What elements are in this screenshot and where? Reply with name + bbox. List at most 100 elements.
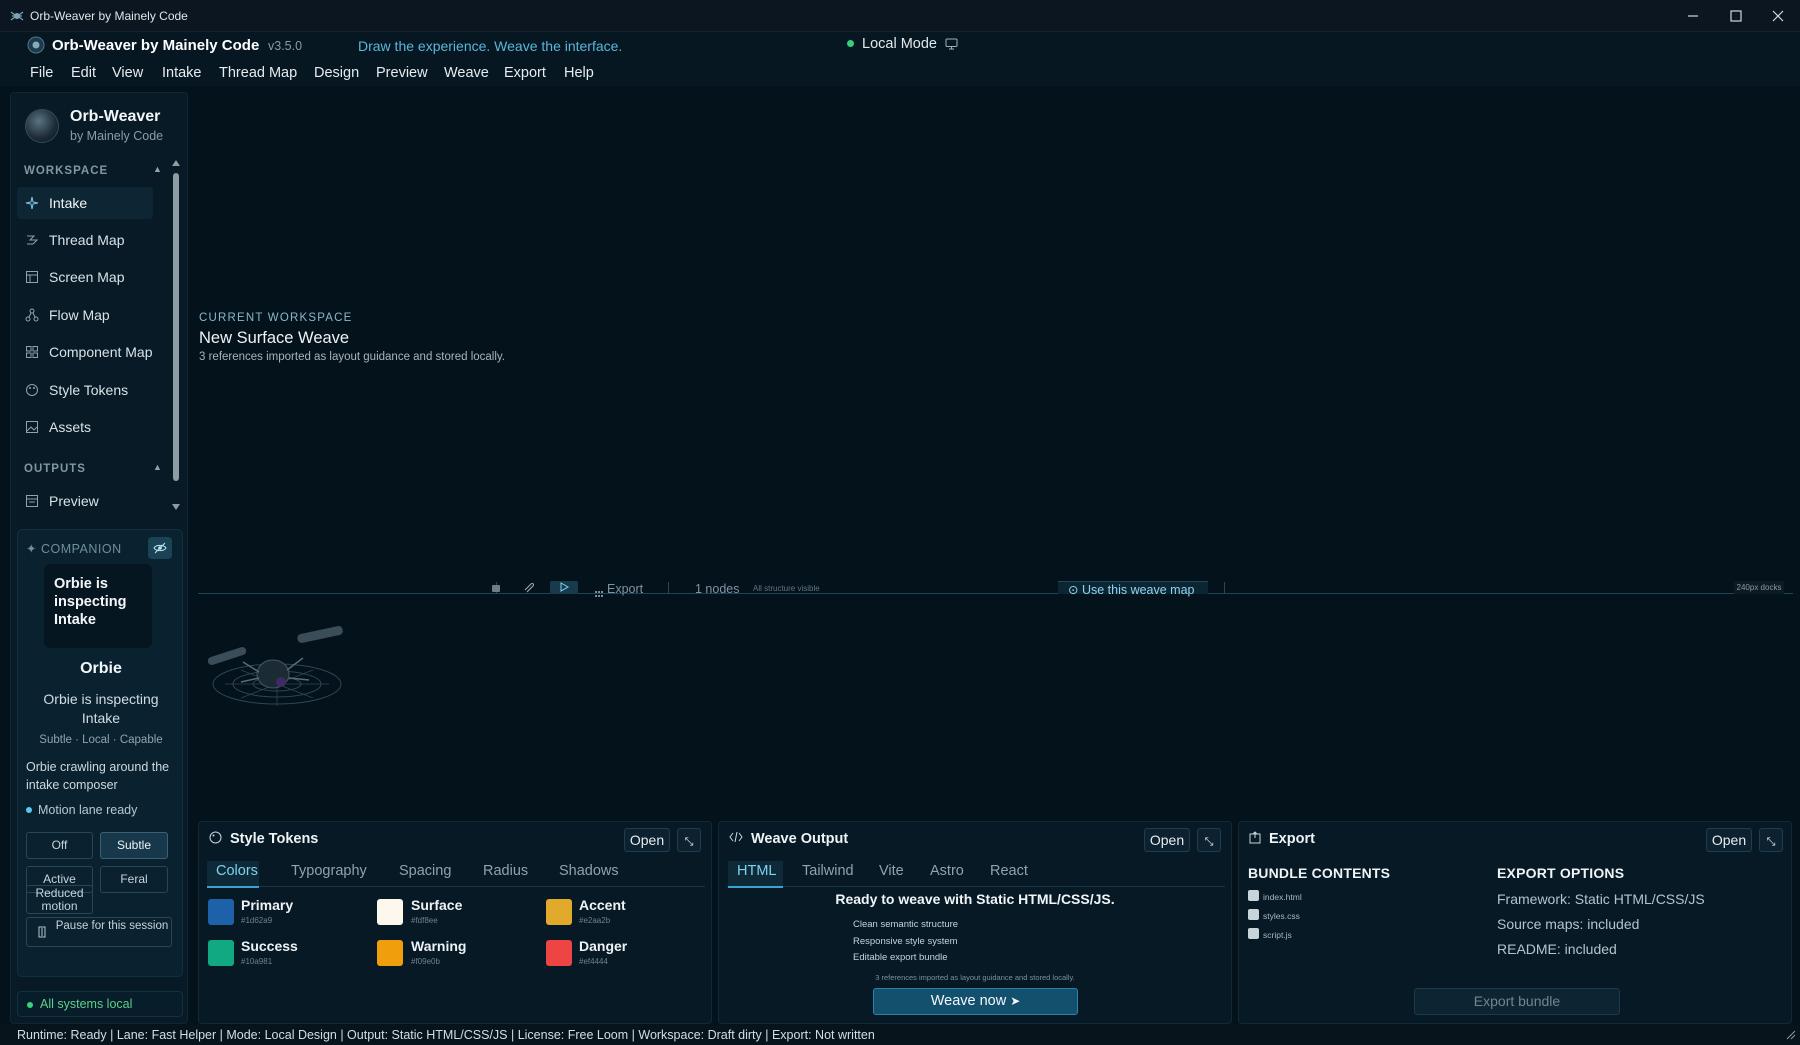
sidebar-item-intake[interactable]: Intake [17, 187, 153, 219]
open-export-button[interactable]: Open [1706, 828, 1752, 852]
export-bundle-button[interactable]: Export bundle [1414, 988, 1620, 1015]
menu-preview[interactable]: Preview [376, 65, 428, 81]
palette-icon [26, 384, 38, 396]
app-spider-icon [10, 11, 24, 21]
use-weave-map-label: ⊙ Use this weave map [1068, 582, 1195, 597]
brand-subtitle: by Mainely Code [70, 129, 164, 143]
tab-tailwind[interactable]: Tailwind [802, 863, 854, 879]
dock-size-badge: 240px docks [1734, 581, 1784, 594]
tab-typography[interactable]: Typography [291, 863, 367, 879]
close-icon[interactable] [1768, 6, 1788, 26]
checkbox-checked-icon[interactable] [1248, 909, 1259, 920]
sidebar-item-thread-map[interactable]: Thread Map [17, 224, 153, 256]
scrollbar-thumb[interactable] [173, 173, 179, 481]
sidebar-item-label: Screen Map [49, 269, 125, 285]
sidebar-scrollbar[interactable] [171, 159, 181, 515]
tab-vite[interactable]: Vite [879, 863, 904, 879]
open-style-tokens-button[interactable]: Open [624, 828, 670, 852]
sidebar-item-screen-map[interactable]: Screen Map [17, 261, 153, 293]
swatch-hex: #e2aa2b [579, 916, 611, 925]
mode-off-button[interactable]: Off [26, 832, 93, 859]
mode-subtle-button[interactable]: Subtle [100, 832, 168, 859]
swatch-success[interactable] [208, 940, 234, 966]
sidebar-item-component-map[interactable]: Component Map [17, 336, 153, 368]
mode-label: Local Mode [862, 36, 937, 52]
swatch-name: Success [241, 938, 298, 954]
node-count: 1 nodes [695, 582, 740, 596]
swatch-surface[interactable] [377, 899, 403, 925]
menu-intake[interactable]: Intake [162, 65, 202, 81]
app-logo-icon [27, 36, 45, 54]
menu-help[interactable]: Help [564, 65, 594, 81]
weave-now-button[interactable]: Weave now ➤ [873, 988, 1078, 1015]
scroll-down-icon[interactable] [171, 503, 181, 511]
open-weave-output-button[interactable]: Open [1144, 828, 1190, 852]
sidebar-item-label: Flow Map [49, 307, 110, 323]
checkbox-checked-icon[interactable] [1248, 890, 1259, 901]
resize-grip-icon[interactable] [1784, 1028, 1796, 1040]
menu-weave[interactable]: Weave [444, 65, 489, 81]
swatch-danger[interactable] [546, 940, 572, 966]
reduced-motion-button[interactable]: Reduced motion [26, 885, 93, 914]
pin-button[interactable]: ⤡ [1197, 828, 1221, 852]
sidebar-item-label: Component Map [49, 344, 153, 360]
tab-html[interactable]: HTML [737, 863, 776, 879]
local-mode-indicator[interactable]: Local Mode [847, 36, 958, 52]
minimize-icon[interactable] [1683, 6, 1703, 26]
hide-companion-button[interactable] [148, 537, 172, 559]
palette-icon [209, 831, 222, 844]
send-icon: ➤ [1010, 994, 1021, 1008]
sidebar-item-style-tokens[interactable]: Style Tokens [17, 374, 153, 406]
weave-ready-title: Ready to weave with Static HTML/CSS/JS. [835, 891, 1115, 907]
bundle-contents-label: BUNDLE CONTENTS [1248, 865, 1391, 881]
motion-status: Motion lane ready [26, 803, 137, 817]
workspace-title: New Surface Weave [199, 329, 350, 347]
tab-colors[interactable]: Colors [216, 863, 258, 879]
sidebar-item-preview[interactable]: Preview [17, 485, 153, 517]
companion-header: ✦ COMPANION [26, 541, 122, 556]
collapse-caret-icon[interactable]: ▲ [153, 164, 162, 174]
export-button[interactable]: Export [607, 582, 643, 596]
collapse-caret-icon[interactable]: ▲ [153, 462, 162, 472]
menu-export[interactable]: Export [504, 65, 546, 81]
weave-toolbar: Export 1 nodes All structure visible ⊙ U… [198, 581, 1793, 597]
weave-output-title: Weave Output [729, 831, 848, 847]
checkbox-checked-icon[interactable] [1248, 928, 1259, 939]
swatch-primary[interactable] [208, 899, 234, 925]
use-weave-map-button[interactable]: ⊙ Use this weave map [1058, 581, 1208, 597]
pause-session-button[interactable]: Pause for this session [26, 917, 172, 947]
sidebar-item-flow-map[interactable]: Flow Map [17, 299, 153, 331]
app-version: v3.5.0 [268, 39, 303, 53]
record-icon[interactable] [491, 584, 501, 593]
pin-button[interactable]: ⤡ [677, 828, 701, 852]
status-dot-icon [27, 1002, 33, 1008]
mode-feral-button[interactable]: Feral [100, 866, 168, 893]
tab-astro[interactable]: Astro [930, 863, 964, 879]
tab-shadows[interactable]: Shadows [559, 863, 619, 879]
weave-note: 3 references imported as layout guidance… [875, 973, 1075, 982]
pin-button[interactable]: ⤡ [1759, 828, 1783, 852]
outputs-section-label: OUTPUTS [24, 463, 86, 475]
status-dot-icon [847, 39, 854, 47]
swatch-warning[interactable] [377, 940, 403, 966]
drag-handle-icon[interactable] [594, 590, 604, 598]
menu-thread-map[interactable]: Thread Map [219, 65, 297, 81]
swatch-accent[interactable] [546, 899, 572, 925]
menu-edit[interactable]: Edit [71, 65, 96, 81]
attach-icon[interactable] [522, 581, 536, 593]
menu-design[interactable]: Design [314, 65, 359, 81]
play-button[interactable] [550, 581, 578, 594]
export-option: README: included [1497, 941, 1617, 957]
grid-icon [26, 346, 38, 358]
scroll-up-icon[interactable] [171, 159, 181, 167]
maximize-icon[interactable] [1726, 6, 1746, 26]
sidebar-item-assets[interactable]: Assets [17, 411, 153, 443]
companion-header-label: COMPANION [40, 542, 122, 556]
menu-file[interactable]: File [30, 65, 53, 81]
export-title-text: Export [1269, 831, 1315, 847]
tab-react[interactable]: React [990, 863, 1028, 879]
tab-radius[interactable]: Radius [483, 863, 528, 879]
menu-view[interactable]: View [112, 65, 143, 81]
tab-spacing[interactable]: Spacing [399, 863, 451, 879]
sparkle-icon [25, 196, 39, 210]
